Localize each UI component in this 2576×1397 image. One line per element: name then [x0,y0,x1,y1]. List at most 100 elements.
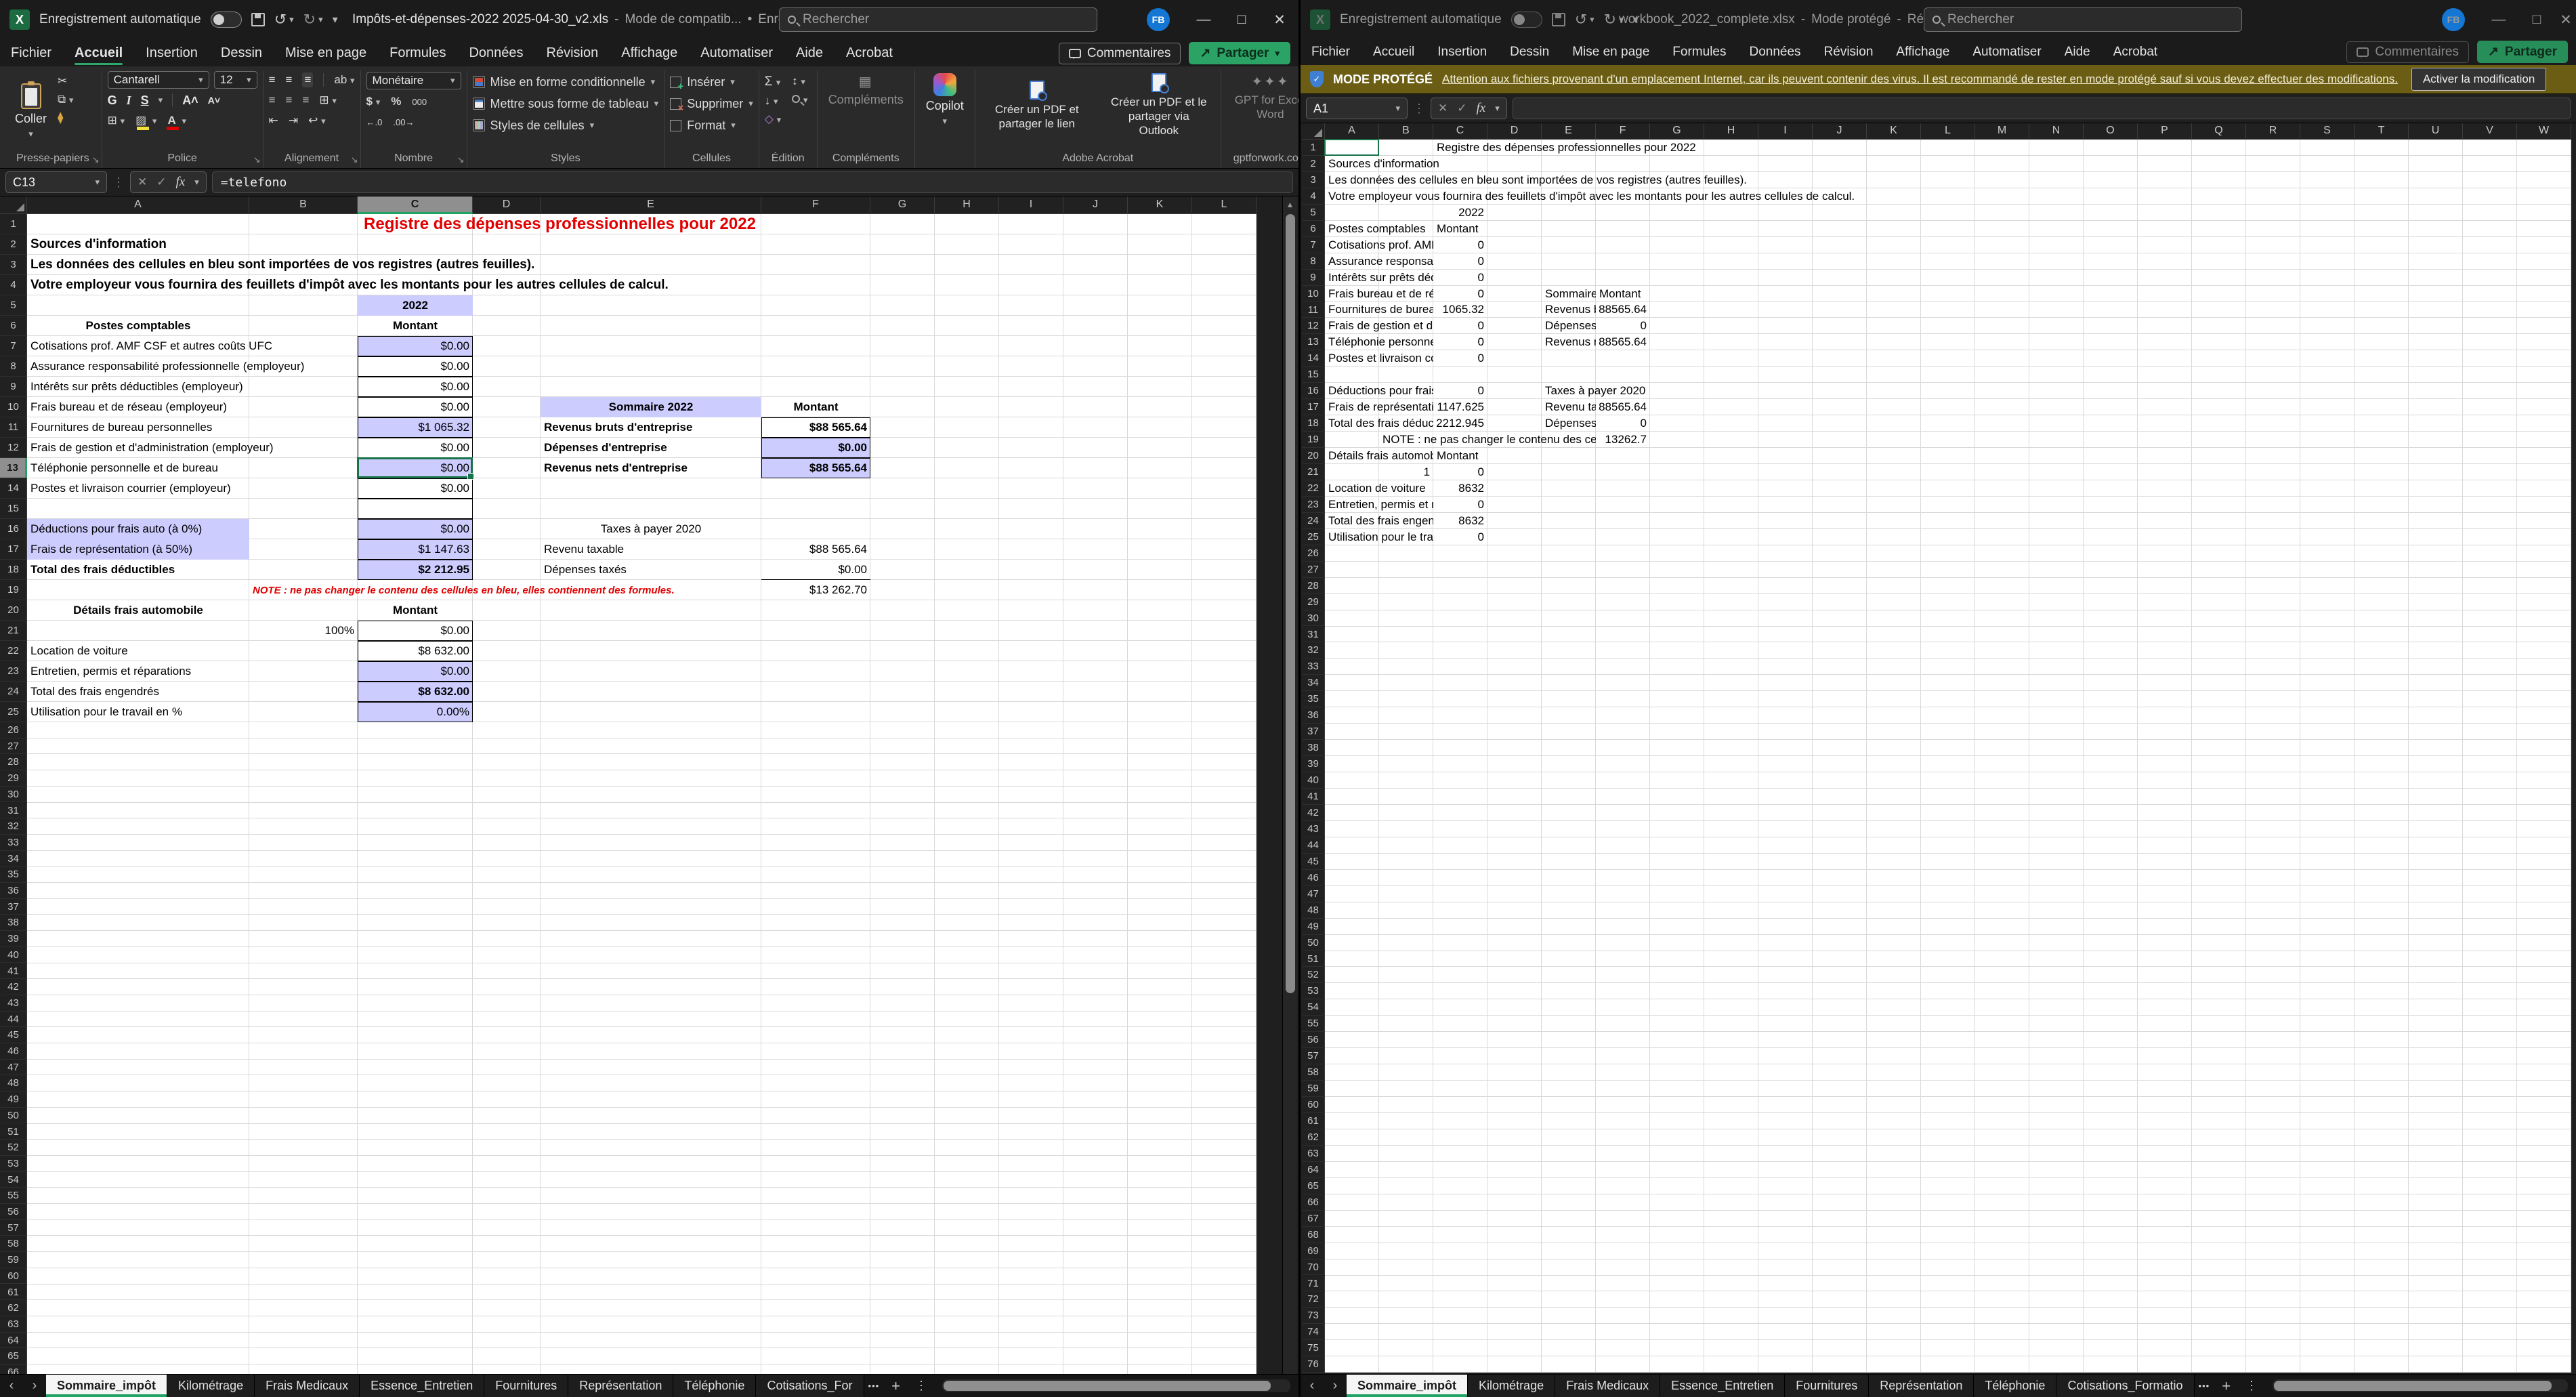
cell-E12[interactable]: Dépenses d'entreprise [1542,318,1596,334]
undo-chevron-icon[interactable]: ▾ [289,14,294,25]
row-header-53[interactable]: 53 [0,1156,27,1172]
cell-F18[interactable]: 0 [1596,415,1650,432]
row-header-2[interactable]: 2 [1302,156,1325,172]
row-header-38[interactable]: 38 [1302,740,1325,756]
cell-C12[interactable]: $0.00 [358,438,473,458]
currency-icon[interactable]: $ ▾ [366,95,381,108]
cell-C24[interactable]: $8 632.00 [358,682,473,702]
cell-A22[interactable]: Location de voiture [27,641,358,661]
cell-C10[interactable]: 0 [1433,286,1487,302]
row-header-49[interactable]: 49 [1302,919,1325,935]
row-header-52[interactable]: 52 [0,1140,27,1156]
excel-logo-icon[interactable] [9,9,30,30]
row-header-18[interactable]: 18 [0,560,27,580]
row-header-17[interactable]: 17 [0,539,27,560]
cell-E17[interactable]: Revenu taxable [541,539,761,560]
cell-F13[interactable]: 88565.64 [1596,334,1650,350]
cell-A13[interactable]: Téléphonie personnelle et de bureau [27,458,358,478]
row-header-64[interactable]: 64 [0,1333,27,1349]
menu-tab-données[interactable]: Données [1749,39,1800,65]
row-header-12[interactable]: 12 [0,438,27,458]
cell-C21[interactable]: 0 [1433,464,1487,480]
share-button[interactable]: ↗Partager▾ [1189,42,1290,64]
row-header-66[interactable]: 66 [0,1364,27,1374]
spreadsheet-grid-right[interactable]: ABCDEFGHIJKLMNOPQRSTUVW12345678910111213… [1302,123,2574,1374]
cell-A18[interactable]: Total des frais déductibles [27,560,358,580]
cell-C23[interactable]: 0 [1433,497,1487,513]
cell-E18[interactable]: Dépenses taxés [1542,415,1596,432]
cell-A14[interactable]: Postes et livraison courrier (employeur) [1325,350,1433,367]
row-header-44[interactable]: 44 [0,1012,27,1028]
row-header-21[interactable]: 21 [0,621,27,641]
autosave-toggle[interactable] [211,12,242,28]
row-header-6[interactable]: 6 [0,316,27,336]
row-header-12[interactable]: 12 [1302,318,1325,334]
cell-A17[interactable]: Frais de représentation (à 50%) [27,539,249,560]
row-header-43[interactable]: 43 [0,995,27,1012]
cell-A9[interactable]: Intérêts sur prêts déductibles (employeu… [1325,270,1433,286]
row-header-67[interactable]: 67 [1302,1211,1325,1227]
delete-cells-button[interactable]: Supprimer▾ [670,93,753,114]
align-left-icon[interactable]: ≡ [269,93,276,107]
cell-C6[interactable]: Montant [1433,221,1487,237]
column-header-V[interactable]: V [2463,123,2517,140]
column-header-C[interactable]: C [1433,123,1487,140]
cell-F13[interactable]: $88 565.64 [761,458,870,478]
increase-decimal-icon[interactable]: ←.0 [366,117,383,127]
cell-A2[interactable]: Sources d'information [27,234,358,255]
row-header-5[interactable]: 5 [1302,205,1325,221]
cut-icon[interactable]: ✂ [58,75,73,88]
column-header-G[interactable]: G [870,196,935,214]
cell-C7[interactable]: 0 [1433,237,1487,253]
copy-icon[interactable]: ⧉ ▾ [58,93,73,106]
row-header-22[interactable]: 22 [0,641,27,661]
grid-canvas[interactable] [1325,140,2571,1373]
column-header-O[interactable]: O [2084,123,2138,140]
menu-tab-automatiser[interactable]: Automatiser [1972,39,2041,65]
menu-tab-acrobat[interactable]: Acrobat [846,39,893,66]
row-header-11[interactable]: 11 [0,417,27,438]
excel-logo-icon[interactable] [1310,9,1330,30]
row-header-2[interactable]: 2 [0,234,27,255]
cell-F11[interactable]: 88565.64 [1596,302,1650,318]
row-header-35[interactable]: 35 [0,867,27,883]
row-header-14[interactable]: 14 [1302,350,1325,367]
cell-E13[interactable]: Revenus nets d'entreprise [1542,334,1596,350]
italic-button[interactable]: I [127,93,131,108]
number-format-select[interactable]: Monétaire▾ [366,72,461,89]
menu-tab-accueil[interactable]: Accueil [75,39,123,66]
sort-filter-icon[interactable]: ↕ ▾ [792,75,807,88]
row-header-23[interactable]: 23 [0,661,27,682]
row-header-23[interactable]: 23 [1302,497,1325,513]
row-header-65[interactable]: 65 [0,1348,27,1364]
merge-center-icon[interactable]: ⊞ ▾ [319,93,337,107]
cell-F11[interactable]: $88 565.64 [761,417,870,438]
row-header-48[interactable]: 48 [1302,902,1325,919]
row-header-66[interactable]: 66 [1302,1194,1325,1211]
row-header-38[interactable]: 38 [0,915,27,931]
cell-F10[interactable]: Montant [761,397,870,417]
row-header-60[interactable]: 60 [1302,1097,1325,1113]
sheet-tab-essence_entretien[interactable]: Essence_Entretien [1660,1375,1785,1397]
align-right-icon[interactable]: ≡ [302,93,309,107]
cell-A3[interactable]: Les données des cellules en bleu sont im… [27,255,761,275]
align-center-icon[interactable]: ≡ [286,93,293,107]
sheet-tab-représentation[interactable]: Représentation [568,1375,673,1397]
clear-icon[interactable]: ◇ ▾ [765,112,781,126]
row-header-73[interactable]: 73 [1302,1308,1325,1324]
row-header-35[interactable]: 35 [1302,691,1325,707]
row-header-48[interactable]: 48 [0,1075,27,1091]
row-header-10[interactable]: 10 [0,397,27,417]
cell-A2[interactable]: Sources d'information [1325,156,1487,172]
cell-A23[interactable]: Entretien, permis et réparations [27,661,358,682]
row-header-27[interactable]: 27 [1302,562,1325,578]
row-header-63[interactable]: 63 [0,1316,27,1333]
row-header-54[interactable]: 54 [0,1172,27,1188]
redo-icon[interactable]: ↻ [1604,11,1616,28]
cell-A25[interactable]: Utilisation pour le travail en % [27,702,358,722]
row-header-37[interactable]: 37 [1302,724,1325,740]
column-header-G[interactable]: G [1650,123,1704,140]
fill-icon[interactable]: ↓ ▾ [765,94,781,108]
format-as-table-button[interactable]: Mettre sous forme de tableau▾ [473,93,659,114]
row-header-55[interactable]: 55 [1302,1016,1325,1032]
